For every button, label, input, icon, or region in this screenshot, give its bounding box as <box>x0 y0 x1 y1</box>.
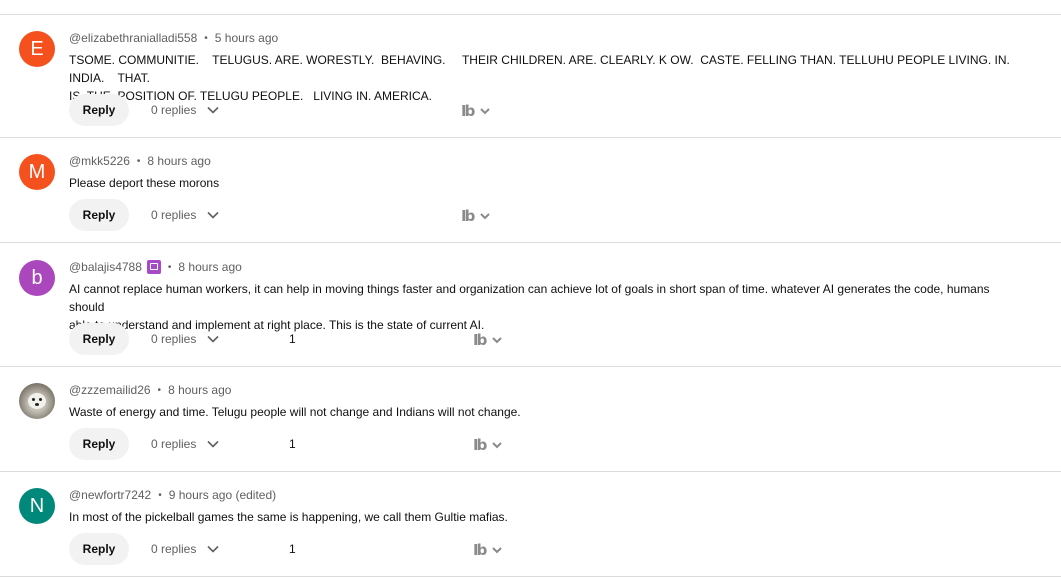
chevron-down-icon <box>492 337 503 344</box>
chevron-down-icon <box>480 213 491 220</box>
separator-dot: • <box>167 261 172 273</box>
member-badge-icon <box>146 260 161 274</box>
divider <box>0 137 1061 138</box>
comment-meta: @zzzemailid26 • 8 hours ago <box>69 383 231 397</box>
chevron-down-icon <box>492 442 503 449</box>
chevron-down-icon <box>207 440 219 448</box>
comment-text: Waste of energy and time. Telugu people … <box>69 405 521 419</box>
divider <box>0 576 1061 577</box>
chevron-down-icon <box>207 211 219 219</box>
comment-author[interactable]: @zzzemailid26 <box>69 383 151 397</box>
chevron-down-icon <box>207 335 219 343</box>
replies-toggle[interactable]: 0 replies <box>151 94 220 126</box>
reply-button[interactable]: Reply <box>69 94 129 126</box>
replies-toggle[interactable]: 0 replies <box>151 428 220 460</box>
tb-translate-icon: Ib <box>461 207 475 225</box>
dog-photo-icon <box>28 393 46 409</box>
comment-author[interactable]: @mkk5226 <box>69 154 130 168</box>
replies-toggle[interactable]: 0 replies <box>151 533 220 565</box>
avatar[interactable]: E <box>19 31 55 67</box>
replies-count: 0 replies <box>151 437 197 451</box>
reply-button[interactable]: Reply <box>69 323 129 355</box>
separator-dot: • <box>157 384 162 396</box>
like-count: 1 <box>289 332 296 346</box>
replies-count: 0 replies <box>151 103 197 117</box>
comment-meta: @mkk5226 • 8 hours ago <box>69 154 211 168</box>
comments-section: E @elizabethranialladi558 • 5 hours ago … <box>0 0 1061 578</box>
avatar[interactable]: M <box>19 154 55 190</box>
avatar[interactable] <box>19 383 55 419</box>
comment-time[interactable]: 5 hours ago <box>215 31 278 45</box>
divider <box>0 242 1061 243</box>
divider <box>0 14 1061 15</box>
replies-count: 0 replies <box>151 542 197 556</box>
tb-translate-icon: Ib <box>473 541 487 559</box>
replies-count: 0 replies <box>151 208 197 222</box>
reply-button[interactable]: Reply <box>69 428 129 460</box>
tb-translate-icon: Ib <box>461 102 475 120</box>
divider <box>0 366 1061 367</box>
comment-time[interactable]: 8 hours ago <box>168 383 231 397</box>
translate-control[interactable]: Ib <box>461 95 491 127</box>
comment-author[interactable]: @balajis4788 <box>69 260 142 274</box>
comment-meta: @newfortr7242 • 9 hours ago (edited) <box>69 488 276 502</box>
chevron-down-icon <box>207 106 219 114</box>
translate-control[interactable]: Ib <box>461 200 491 232</box>
avatar[interactable]: N <box>19 488 55 524</box>
chevron-down-icon <box>207 545 219 553</box>
separator-dot: • <box>204 32 208 44</box>
translate-control[interactable]: Ib <box>473 534 503 566</box>
chevron-down-icon <box>480 108 491 115</box>
separator-dot: • <box>158 489 162 501</box>
like-count: 1 <box>289 542 296 556</box>
comment-meta: @elizabethranialladi558 • 5 hours ago <box>69 31 278 45</box>
reply-button[interactable]: Reply <box>69 533 129 565</box>
replies-toggle[interactable]: 0 replies <box>151 323 220 355</box>
comment-time[interactable]: 8 hours ago <box>147 154 210 168</box>
translate-control[interactable]: Ib <box>473 429 503 461</box>
comment-time[interactable]: 8 hours ago <box>178 260 241 274</box>
tb-translate-icon: Ib <box>473 436 487 454</box>
comment-text: In most of the pickelball games the same… <box>69 510 508 524</box>
translate-control[interactable]: Ib <box>473 324 503 356</box>
divider <box>0 471 1061 472</box>
comment-meta: @balajis4788 • 8 hours ago <box>69 260 242 274</box>
replies-toggle[interactable]: 0 replies <box>151 199 220 231</box>
tb-translate-icon: Ib <box>473 331 487 349</box>
comment-text: Please deport these morons <box>69 176 220 190</box>
separator-dot: • <box>136 155 141 167</box>
avatar[interactable]: b <box>19 260 55 296</box>
chevron-down-icon <box>492 547 503 554</box>
replies-count: 0 replies <box>151 332 197 346</box>
comment-time[interactable]: 9 hours ago (edited) <box>169 488 276 502</box>
like-count: 1 <box>289 437 296 451</box>
comment-author[interactable]: @newfortr7242 <box>69 488 151 502</box>
reply-button[interactable]: Reply <box>69 199 129 231</box>
comment-author[interactable]: @elizabethranialladi558 <box>69 31 197 45</box>
